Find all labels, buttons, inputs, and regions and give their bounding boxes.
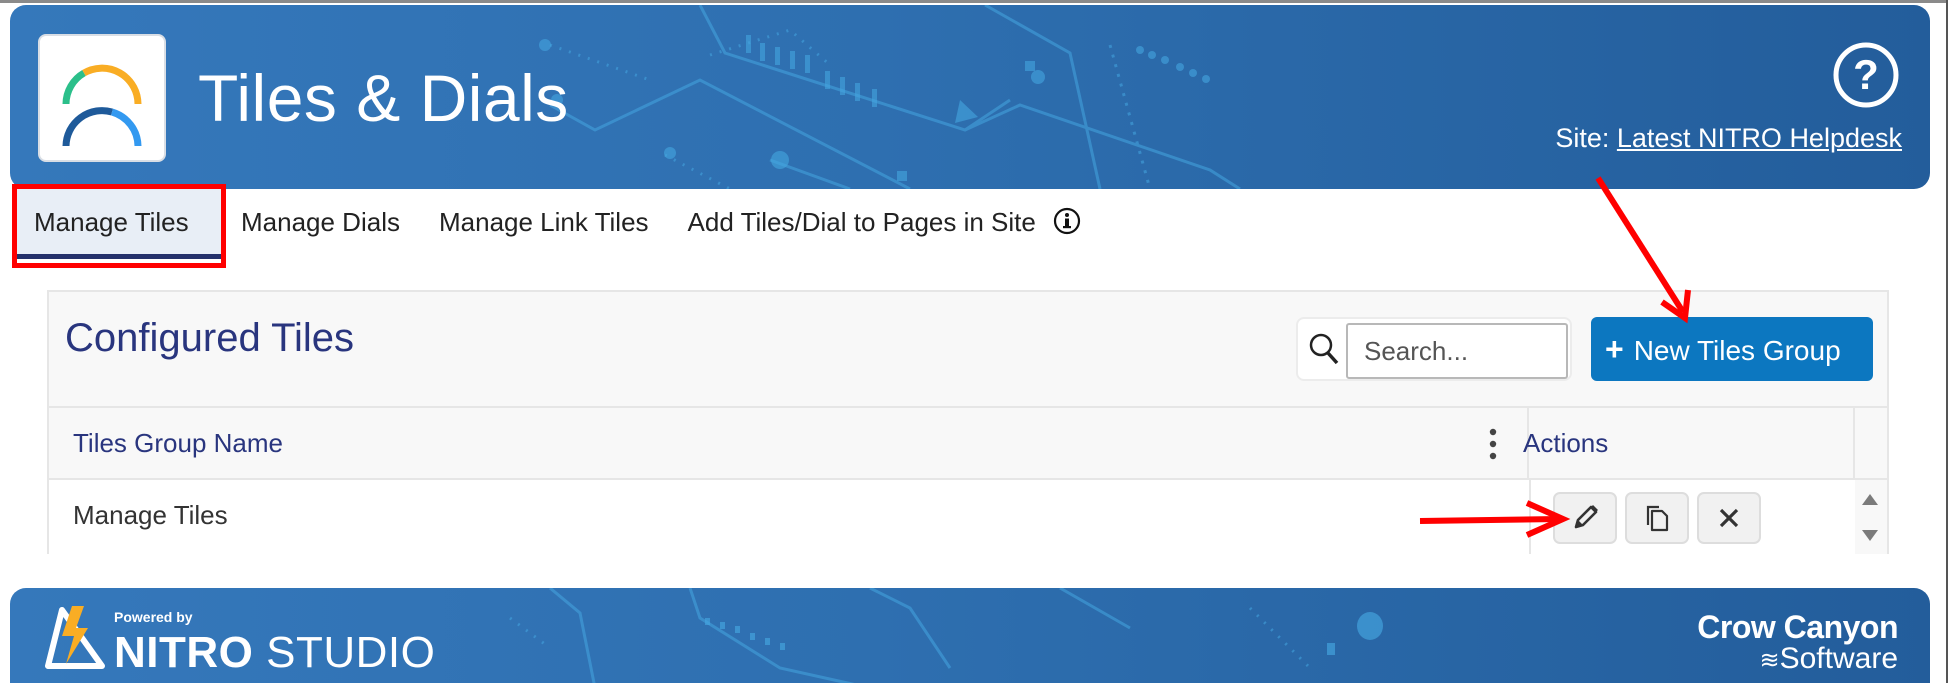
- row-scroller: [1855, 480, 1887, 554]
- info-icon[interactable]: [1053, 207, 1081, 235]
- plus-icon: +: [1605, 330, 1624, 367]
- brand-light: STUDIO: [266, 628, 436, 677]
- svg-text:?: ?: [1853, 51, 1879, 98]
- delete-icon: [1719, 508, 1739, 528]
- tiles-group-name-cell: Manage Tiles: [73, 500, 228, 530]
- tab-manage-tiles[interactable]: Manage Tiles: [14, 189, 221, 259]
- column-divider: [1853, 408, 1855, 480]
- column-menu-icon[interactable]: [1483, 426, 1503, 462]
- app-title: Tiles & Dials: [198, 61, 569, 135]
- app-header: Tiles & Dials ? Site: Latest NITRO Helpd…: [10, 5, 1930, 189]
- crow-canyon-logo: Crow Canyon ≋Software: [1697, 610, 1898, 676]
- copy-button[interactable]: [1625, 492, 1689, 544]
- table-row[interactable]: Manage Tiles: [49, 480, 1887, 554]
- scroll-up-arrow-icon[interactable]: [1862, 494, 1878, 505]
- brand-bold: NITRO: [114, 628, 254, 677]
- scroll-down-arrow-icon[interactable]: [1862, 530, 1878, 541]
- delete-button[interactable]: [1697, 492, 1761, 544]
- tiles-dials-logo-icon: [38, 34, 166, 162]
- search-icon[interactable]: [1308, 331, 1340, 367]
- site-label: Site:: [1555, 123, 1610, 153]
- company-name-line1: Crow Canyon: [1697, 609, 1898, 645]
- column-header-actions: Actions: [1523, 428, 1609, 458]
- site-link[interactable]: Latest NITRO Helpdesk: [1617, 123, 1902, 153]
- edit-icon: [1574, 505, 1598, 529]
- copy-icon: [1646, 505, 1669, 532]
- nitro-studio-logo-icon: [45, 606, 105, 669]
- help-circle-icon[interactable]: ?: [1832, 41, 1900, 109]
- search-box: [1296, 317, 1572, 381]
- panel-title: Configured Tiles: [65, 316, 355, 360]
- company-name-line2: ≋Software: [1759, 642, 1899, 675]
- new-tiles-group-button[interactable]: + New Tiles Group: [1591, 317, 1873, 381]
- tab-manage-dials[interactable]: Manage Dials: [221, 189, 419, 259]
- edit-button[interactable]: [1553, 492, 1617, 544]
- tab-manage-link-tiles[interactable]: Manage Link Tiles: [419, 189, 668, 259]
- new-tiles-group-label: New Tiles Group: [1633, 334, 1841, 366]
- app-footer: Powered by NITRO STUDIO Crow Canyon ≋Sof…: [10, 588, 1930, 683]
- column-header-tiles-group-name[interactable]: Tiles Group Name: [73, 428, 283, 459]
- configured-tiles-panel: Configured Tiles + New Tiles Group Tiles …: [47, 290, 1889, 554]
- grid-header-row: Tiles Group Name Actions: [49, 406, 1887, 480]
- powered-by-label: Powered by: [114, 609, 193, 625]
- tab-add-tiles-dial-to-pages[interactable]: Add Tiles/Dial to Pages in Site: [668, 189, 1101, 259]
- site-indicator: Site: Latest NITRO Helpdesk: [1555, 123, 1902, 154]
- tab-bar: Manage Tiles Manage Dials Manage Link Ti…: [14, 189, 1100, 261]
- tab-label: Add Tiles/Dial to Pages in Site: [687, 207, 1036, 237]
- window-top-border: [0, 0, 1948, 3]
- search-input[interactable]: [1346, 323, 1568, 379]
- wave-icon: ≋: [1759, 647, 1780, 674]
- nitro-studio-brand: NITRO STUDIO: [114, 628, 435, 678]
- column-divider: [1529, 480, 1531, 554]
